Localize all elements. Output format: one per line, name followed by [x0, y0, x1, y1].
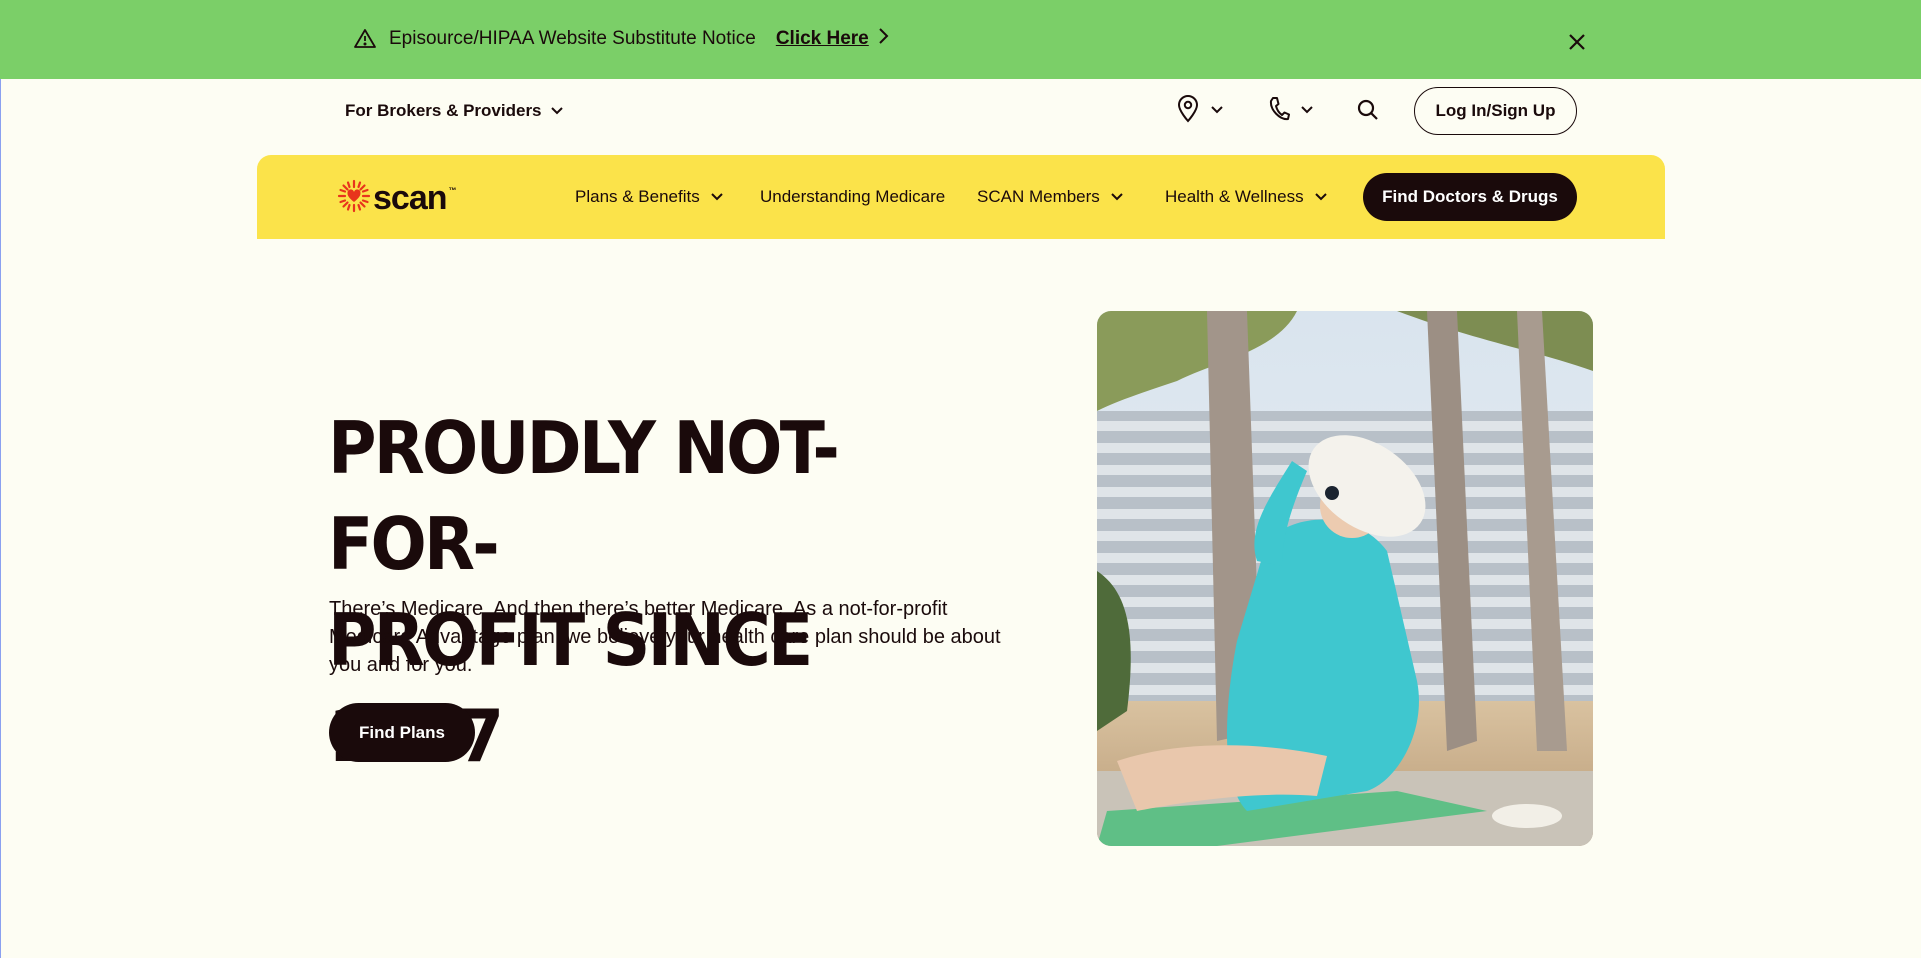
logo-wordmark: scan [373, 179, 447, 217]
chevron-down-icon [1314, 187, 1328, 207]
location-pin-icon [1176, 94, 1200, 128]
login-signup-button[interactable]: Log In/Sign Up [1414, 87, 1577, 135]
nav-item-label: Plans & Benefits [575, 187, 700, 206]
nav-plans-benefits[interactable]: Plans & Benefits [575, 184, 724, 210]
phone-icon [1268, 96, 1290, 127]
chevron-down-icon [550, 101, 564, 121]
chevron-down-icon [1300, 102, 1314, 120]
hero-title-line-1: PROUDLY NOT-FOR- [328, 406, 840, 586]
sunburst-heart-icon [337, 179, 371, 218]
location-menu[interactable] [1176, 94, 1224, 128]
search-icon[interactable] [1356, 98, 1382, 124]
chevron-down-icon [1110, 187, 1124, 207]
alert-link-label: Click Here [775, 28, 869, 49]
alert-click-here-link[interactable]: Click Here [776, 27, 889, 51]
logo-trademark: ™ [448, 186, 457, 195]
page-left-edge [0, 79, 1, 958]
close-icon[interactable] [1565, 30, 1589, 54]
chevron-down-icon [710, 187, 724, 207]
nav-scan-members[interactable]: SCAN Members [977, 184, 1124, 210]
find-doctors-drugs-button[interactable]: Find Doctors & Drugs [1363, 173, 1577, 221]
warning-triangle-icon [353, 27, 377, 51]
find-plans-button[interactable]: Find Plans [329, 703, 475, 762]
chevron-right-icon [877, 27, 889, 51]
nav-item-label: Understanding Medicare [760, 187, 946, 206]
phone-menu[interactable] [1268, 96, 1314, 126]
brokers-providers-menu[interactable]: For Brokers & Providers [345, 98, 564, 124]
hero-description: There’s Medicare. And then there’s bette… [329, 598, 1001, 676]
nav-understanding-medicare[interactable]: Understanding Medicare [760, 184, 945, 210]
nav-item-label: Health & Wellness [1165, 187, 1304, 206]
alert-message: Episource/HIPAA Website Substitute Notic… [389, 28, 756, 49]
chevron-down-icon [1210, 102, 1224, 120]
alert-content: Episource/HIPAA Website Substitute Notic… [353, 24, 889, 54]
nav-item-label: SCAN Members [977, 187, 1100, 206]
hero-photo [1097, 311, 1593, 846]
nav-health-wellness[interactable]: Health & Wellness [1165, 184, 1328, 210]
scan-logo[interactable]: scan ™ [337, 179, 457, 218]
alert-banner: Episource/HIPAA Website Substitute Notic… [0, 0, 1921, 79]
brokers-providers-label: For Brokers & Providers [345, 101, 542, 120]
